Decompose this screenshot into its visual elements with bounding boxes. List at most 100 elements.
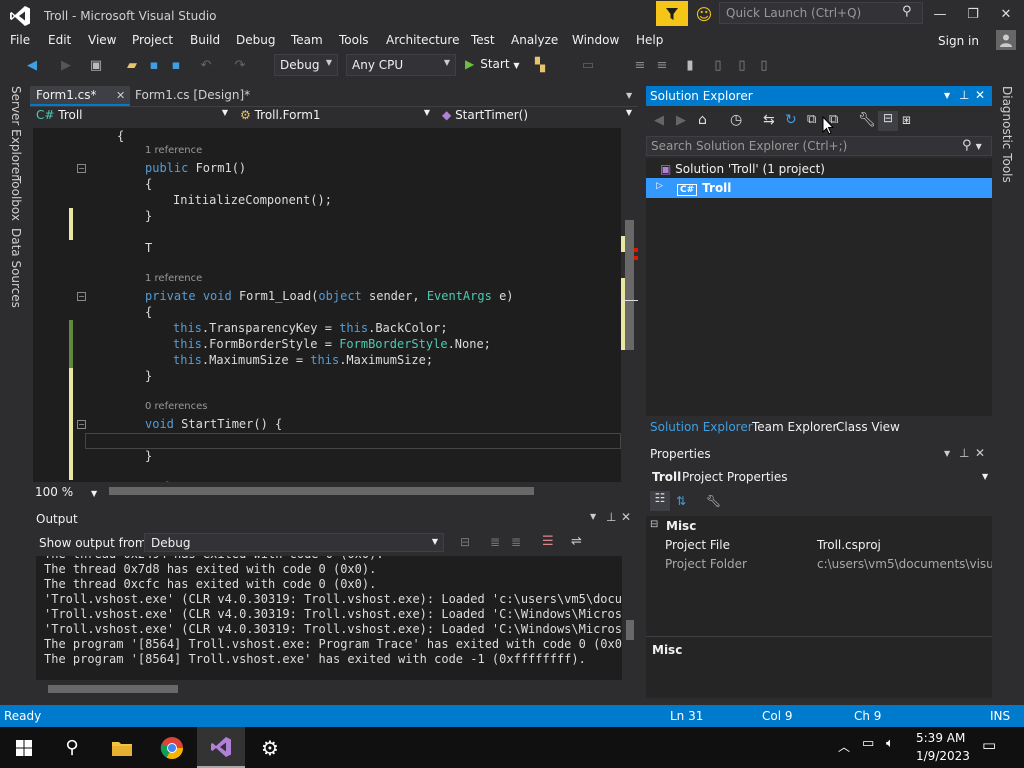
start-windows-icon[interactable]	[0, 727, 48, 768]
back-icon[interactable]: ◀	[654, 113, 664, 128]
save-icon[interactable]: ▪	[146, 57, 162, 73]
close-panel-icon[interactable]: ✕	[975, 88, 985, 102]
pin-icon[interactable]: ⊥	[606, 510, 616, 524]
code-lens-reference[interactable]: 0 references	[33, 401, 621, 417]
tab-overflow-chevron-icon[interactable]: ▼	[626, 91, 632, 100]
menu-window[interactable]: Window	[572, 33, 619, 47]
previous-message-icon[interactable]: ≣	[490, 535, 500, 549]
menu-edit[interactable]: Edit	[48, 33, 71, 47]
new-project-icon[interactable]: ▣	[88, 57, 104, 73]
restore-button[interactable]: ❐	[958, 4, 988, 24]
menu-build[interactable]: Build	[190, 33, 220, 47]
output-vertical-scrollbar[interactable]	[622, 556, 638, 680]
send-feedback-smiley-icon[interactable]: ☺	[694, 4, 714, 24]
scroll-thumb[interactable]	[626, 620, 634, 640]
menu-tools[interactable]: Tools	[339, 33, 369, 47]
bookmark-next-icon[interactable]: ▯	[734, 57, 750, 73]
pending-changes-icon[interactable]: ◷	[730, 112, 742, 128]
panel-options-chevron-icon[interactable]: ▼	[944, 449, 950, 458]
comment-icon[interactable]: ≡	[632, 57, 648, 73]
data-sources-tab[interactable]: Data Sources	[9, 228, 23, 308]
categorized-icon[interactable]: ☷	[650, 491, 670, 511]
menu-architecture[interactable]: Architecture	[386, 33, 459, 47]
code-editor[interactable]: {1 reference public Form1() {InitializeCom…	[33, 128, 621, 482]
solution-platform-select[interactable]: Any CPU ▼	[346, 54, 456, 76]
account-icon[interactable]	[996, 30, 1016, 50]
collapse-all-icon[interactable]: ⧉	[807, 112, 816, 127]
chrome-icon[interactable]	[148, 727, 196, 768]
redo-icon[interactable]: ↷	[232, 57, 248, 73]
close-panel-icon[interactable]: ✕	[621, 510, 631, 524]
tab-solution-explorer[interactable]: Solution Explorer	[650, 420, 753, 434]
close-panel-icon[interactable]: ✕	[975, 446, 985, 460]
feedback-filter-button[interactable]	[656, 1, 688, 26]
solution-configuration-select[interactable]: Debug ▼	[274, 54, 338, 76]
bookmark-icon[interactable]: ▮	[682, 57, 698, 73]
scroll-thumb[interactable]	[48, 685, 178, 693]
tab-team-explorer[interactable]: Team Explorer	[752, 420, 838, 434]
code-lens-reference[interactable]: 1 reference	[33, 273, 621, 289]
layout-icon[interactable]: ▭	[580, 57, 596, 73]
bookmark-clear-icon[interactable]: ▯	[756, 57, 772, 73]
uncomment-icon[interactable]: ≡	[654, 57, 670, 73]
minimize-button[interactable]: —	[925, 4, 955, 24]
project-navigation-select[interactable]: C# Troll ▼	[36, 108, 232, 126]
close-button[interactable]: ✕	[991, 4, 1021, 24]
clock-date[interactable]: 1/9/2023	[916, 749, 970, 763]
search-icon[interactable]: ⚲	[48, 727, 96, 768]
fold-toggle-icon[interactable]: −	[77, 164, 86, 173]
collapse-category-icon[interactable]: ⊟	[650, 519, 658, 530]
menu-test[interactable]: Test	[471, 33, 495, 47]
class-diagram-icon[interactable]: ⧆	[902, 112, 911, 128]
scroll-thumb[interactable]	[625, 220, 634, 350]
properties-wrench-icon[interactable]: 🔧︎	[858, 112, 876, 128]
tab-form1-design[interactable]: Form1.cs [Design]*	[135, 88, 250, 102]
output-source-select[interactable]: Debug ▼	[144, 533, 444, 552]
panel-options-chevron-icon[interactable]: ▼	[590, 512, 596, 521]
forward-icon[interactable]: ▶	[676, 113, 686, 128]
expand-arrow-icon[interactable]: ▷	[656, 181, 663, 191]
menu-view[interactable]: View	[88, 33, 116, 47]
member-navigation-select[interactable]: ◆ StartTimer() ▼	[442, 108, 636, 126]
open-file-icon[interactable]: ▰	[124, 57, 140, 73]
zoom-level-select[interactable]: 100 % ▼	[35, 485, 97, 499]
tree-item-solution[interactable]: ▣ Solution 'Troll' (1 project)	[660, 162, 825, 176]
toolbox-tab[interactable]: Toolbox	[9, 176, 23, 221]
search-icon[interactable]: ⚲ ▼	[962, 138, 982, 153]
navigate-forward-icon[interactable]: ▶	[58, 57, 74, 73]
output-text-area[interactable]: The thread 0x2494 has exited with code 0…	[36, 556, 622, 680]
menu-file[interactable]: File	[10, 33, 30, 47]
network-icon[interactable]: ▭	[862, 736, 874, 751]
home-icon[interactable]: ⌂	[698, 112, 707, 128]
quick-launch-input[interactable]: Quick Launch (Ctrl+Q)	[719, 2, 923, 24]
settings-gear-icon[interactable]: ⚙	[246, 727, 294, 768]
start-debugging-button[interactable]: ▶ Start ▼	[465, 57, 520, 71]
toggle-word-wrap-icon[interactable]: ⇌	[571, 534, 582, 549]
menu-help[interactable]: Help	[636, 33, 663, 47]
editor-horizontal-scrollbar[interactable]	[33, 482, 638, 500]
clear-all-icon[interactable]: ☰	[542, 534, 554, 549]
notifications-icon[interactable]: ▭	[982, 736, 996, 754]
close-tab-icon[interactable]: ✕	[116, 89, 125, 102]
diagnostic-tools-tab[interactable]: Diagnostic Tools	[1000, 86, 1014, 183]
menu-project[interactable]: Project	[132, 33, 173, 47]
pin-icon[interactable]: ⊥	[959, 446, 969, 460]
visual-studio-taskbar-icon[interactable]	[197, 727, 245, 768]
file-explorer-icon[interactable]	[98, 727, 146, 768]
editor-vertical-scrollbar[interactable]	[621, 128, 638, 482]
scroll-thumb[interactable]	[109, 487, 534, 495]
find-message-icon[interactable]: ⊟	[460, 535, 470, 549]
volume-icon[interactable]: 🔈︎	[886, 736, 894, 751]
panel-options-chevron-icon[interactable]: ▼	[944, 91, 950, 100]
property-pages-wrench-icon[interactable]: 🔧︎	[706, 494, 721, 508]
code-lens-reference[interactable]: 1 reference	[33, 145, 621, 161]
properties-object-select[interactable]: Troll Project Properties ▼	[646, 467, 992, 487]
browser-link-icon[interactable]: ▚	[532, 57, 548, 73]
refresh-icon[interactable]: ↻	[785, 112, 797, 128]
clock-time[interactable]: 5:39 AM	[916, 731, 965, 745]
tree-item-project[interactable]: C# Troll	[677, 181, 731, 196]
solution-explorer-search-input[interactable]: Search Solution Explorer (Ctrl+;)	[646, 136, 992, 156]
fold-toggle-icon[interactable]: −	[77, 292, 86, 301]
sign-in-link[interactable]: Sign in	[938, 34, 979, 48]
fold-toggle-icon[interactable]: −	[77, 420, 86, 429]
